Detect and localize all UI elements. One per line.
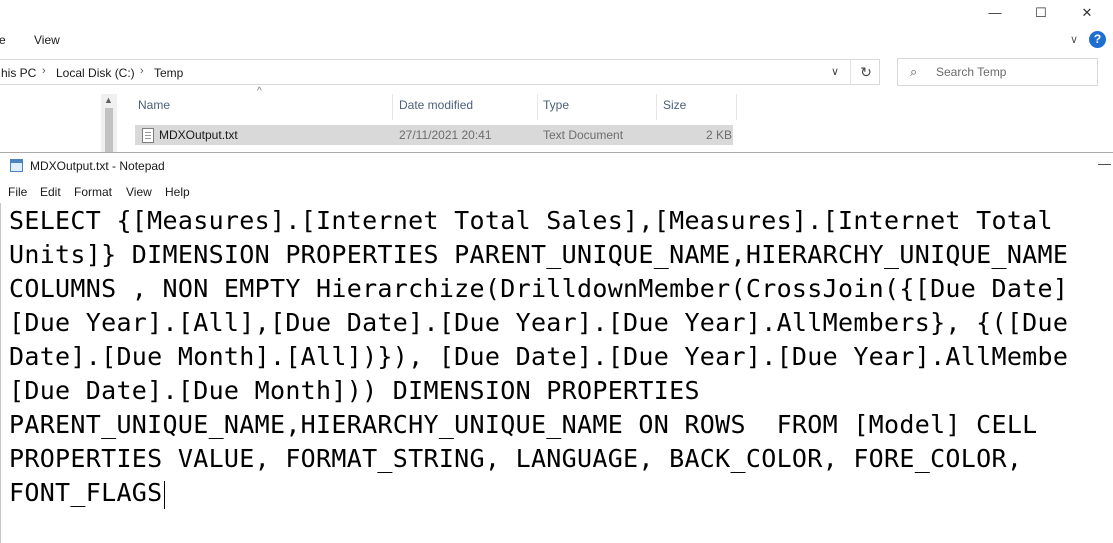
column-divider[interactable] xyxy=(392,94,393,120)
text-caret xyxy=(163,481,165,509)
close-button[interactable]: ✕ xyxy=(1067,4,1107,22)
nav-pane-scrollbar[interactable]: ▲ xyxy=(101,94,117,152)
chevron-right-icon[interactable]: › xyxy=(140,65,144,77)
chevron-down-icon[interactable]: ∨ xyxy=(831,65,839,78)
search-placeholder: Search Temp xyxy=(936,65,1007,79)
text-line: [Due Date].[Due Month])) DIMENSION PROPE… xyxy=(9,376,700,405)
search-input[interactable]: ⌕ Search Temp xyxy=(897,58,1098,86)
maximize-button[interactable]: ☐ xyxy=(1021,4,1061,22)
column-divider[interactable] xyxy=(656,94,657,120)
chevron-right-icon[interactable]: › xyxy=(42,65,46,77)
window-title: MDXOutput.txt - Notepad xyxy=(30,159,165,173)
breadcrumb-local-disk[interactable]: Local Disk (C:) xyxy=(56,66,135,80)
column-header-name[interactable]: Name xyxy=(138,98,170,112)
scrollbar-thumb[interactable] xyxy=(105,108,113,152)
minimize-icon: — xyxy=(988,5,1002,20)
file-explorer-window: e View — ☐ ✕ ∨ ? his PC › Local Disk (C:… xyxy=(0,0,1113,152)
notepad-window: MDXOutput.txt - Notepad — File Edit Form… xyxy=(0,152,1113,543)
window-border xyxy=(0,203,1,543)
notepad-menubar: File Edit Format View Help xyxy=(0,181,1113,203)
minimize-icon[interactable]: — xyxy=(1098,156,1111,171)
refresh-icon[interactable]: ↻ xyxy=(850,60,881,84)
menu-item-share[interactable]: e xyxy=(0,33,6,47)
address-bar[interactable]: his PC › Local Disk (C:) › Temp ∨ ↻ xyxy=(0,59,880,85)
text-line: COLUMNS , NON EMPTY Hierarchize(Drilldow… xyxy=(9,274,1069,303)
text-editor[interactable]: SELECT {[Measures].[Internet Total Sales… xyxy=(9,204,1113,542)
notepad-icon xyxy=(10,159,23,172)
text-line: [Due Year].[All],[Due Date].[Due Year].[… xyxy=(9,308,1069,337)
menu-item-format[interactable]: Format xyxy=(74,185,112,199)
search-icon: ⌕ xyxy=(910,64,918,79)
file-date-modified: 27/11/2021 20:41 xyxy=(399,128,492,142)
breadcrumb-temp[interactable]: Temp xyxy=(154,66,183,80)
menu-item-help[interactable]: Help xyxy=(165,185,190,199)
maximize-icon: ☐ xyxy=(1035,5,1047,20)
file-size: 2 KB xyxy=(706,128,733,142)
notepad-titlebar[interactable]: MDXOutput.txt - Notepad — xyxy=(0,153,1113,180)
help-icon[interactable]: ? xyxy=(1089,31,1106,48)
text-line: SELECT {[Measures].[Internet Total Sales… xyxy=(9,206,1053,235)
file-type: Text Document xyxy=(543,128,624,142)
menu-item-view[interactable]: View xyxy=(34,33,60,47)
text-line: PARENT_UNIQUE_NAME,HIERARCHY_UNIQUE_NAME… xyxy=(9,410,1038,439)
scroll-up-icon[interactable]: ▲ xyxy=(104,95,113,105)
column-header-date-modified[interactable]: Date modified xyxy=(399,98,473,112)
menu-item-edit[interactable]: Edit xyxy=(40,185,61,199)
column-divider[interactable] xyxy=(537,94,538,120)
text-line: Units]} DIMENSION PROPERTIES PARENT_UNIQ… xyxy=(9,240,1069,269)
text-file-icon xyxy=(142,128,154,143)
column-header-size[interactable]: Size xyxy=(663,98,686,112)
close-icon: ✕ xyxy=(1081,5,1093,20)
file-name: MDXOutput.txt xyxy=(159,128,238,142)
minimize-button[interactable]: — xyxy=(975,4,1015,22)
sort-ascending-icon: ^ xyxy=(257,86,262,97)
text-line: PROPERTIES VALUE, FORMAT_STRING, LANGUAG… xyxy=(9,444,1023,473)
breadcrumb-this-pc[interactable]: his PC xyxy=(1,66,36,80)
text-line: Date].[Due Month].[All])}), [Due Date].[… xyxy=(9,342,1069,371)
text-line: FONT_FLAGS xyxy=(9,478,163,507)
file-row[interactable]: MDXOutput.txt 27/11/2021 20:41 Text Docu… xyxy=(135,125,733,145)
column-divider[interactable] xyxy=(736,94,737,120)
menu-item-file[interactable]: File xyxy=(8,185,27,199)
chevron-down-icon[interactable]: ∨ xyxy=(1070,33,1078,46)
menu-item-view[interactable]: View xyxy=(126,185,152,199)
column-header-type[interactable]: Type xyxy=(543,98,569,112)
